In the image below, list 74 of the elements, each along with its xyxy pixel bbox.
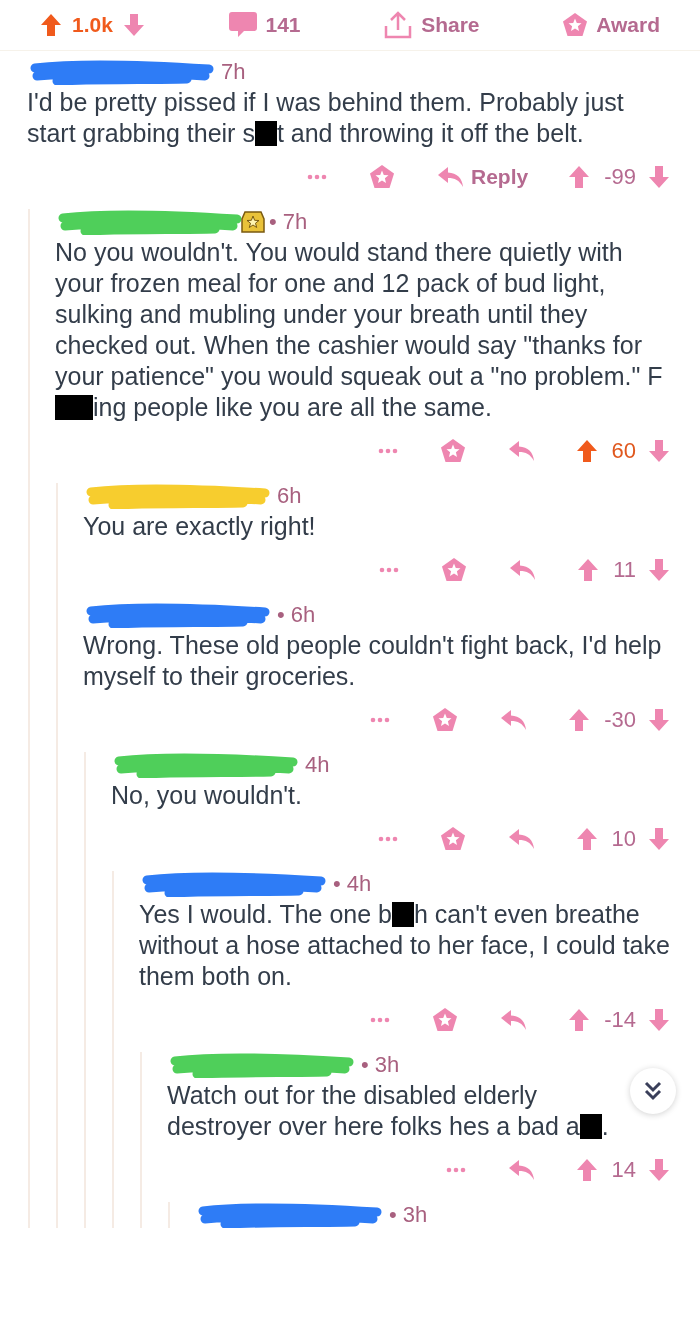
comment-time: • 6h <box>277 602 316 628</box>
vote-score: -14 <box>604 1007 636 1033</box>
vote-score: 14 <box>611 1157 636 1183</box>
award-button[interactable]: Award <box>562 12 660 38</box>
upvote-icon[interactable] <box>40 13 62 37</box>
comment-text: Wrong. These old people couldn't fight back, I'd help myself to their groceries. <box>83 630 663 692</box>
award-icon[interactable] <box>432 707 459 733</box>
vote-score: -99 <box>604 164 636 190</box>
scroll-down-button[interactable] <box>630 1068 676 1114</box>
award-icon[interactable] <box>432 1007 459 1033</box>
more-icon[interactable] <box>377 448 398 454</box>
downvote-icon[interactable] <box>122 13 145 37</box>
comment-time: • 4h <box>333 871 372 897</box>
downvote-icon[interactable] <box>648 165 670 189</box>
downvote-icon[interactable] <box>648 558 670 582</box>
downvote-icon[interactable] <box>648 1158 670 1182</box>
upvote-icon[interactable] <box>575 827 598 851</box>
downvote-icon[interactable] <box>648 827 670 851</box>
reply-button[interactable] <box>507 828 536 850</box>
vote-score: 1.0k <box>72 13 113 37</box>
reply-button[interactable]: Reply <box>437 165 529 189</box>
downvote-icon[interactable] <box>648 708 670 732</box>
award-icon[interactable] <box>439 826 466 852</box>
upvote-icon[interactable] <box>568 708 591 732</box>
reply-icon <box>500 1009 529 1031</box>
comments-button[interactable]: 141 <box>227 11 301 39</box>
upvote-icon[interactable] <box>575 439 598 463</box>
reply-icon <box>509 559 538 581</box>
reply-button[interactable] <box>507 1159 536 1181</box>
award-icon[interactable] <box>441 557 468 583</box>
downvote-icon[interactable] <box>648 439 670 463</box>
vote-score: 60 <box>611 438 636 464</box>
award-icon <box>562 12 589 38</box>
award-icon[interactable] <box>369 164 395 190</box>
upvote-icon[interactable] <box>575 1158 598 1182</box>
double-chevron-icon <box>644 1081 662 1101</box>
award-icon[interactable] <box>439 438 466 464</box>
comment-text: I'd be pretty pissed if I was behind them. Probably just start grabbing their s t and throwing it off the belt. <box>27 87 625 149</box>
comment-text: No, you wouldn't. <box>111 780 303 811</box>
more-icon[interactable] <box>445 1167 466 1173</box>
comment-text: Yes I would. The one b h can't even breathe without a hose attached to her face, I could take them both on. <box>139 899 670 992</box>
vote-score: 11 <box>613 557 636 583</box>
reply-icon <box>500 709 529 731</box>
more-icon[interactable] <box>370 1017 391 1023</box>
reply-icon <box>507 828 536 850</box>
reply-icon <box>507 1159 536 1181</box>
reply-button[interactable] <box>507 440 536 462</box>
upvote-icon[interactable] <box>568 1008 591 1032</box>
share-icon <box>383 10 414 40</box>
reply-button[interactable] <box>509 559 538 581</box>
comment-time: 7h <box>221 59 246 85</box>
more-icon[interactable] <box>379 567 400 573</box>
comment-text: You are exactly right! <box>83 511 317 542</box>
upvote-icon[interactable] <box>577 558 600 582</box>
reply-button[interactable] <box>500 709 529 731</box>
comment-text: No you wouldn't. You would stand there quietly with your frozen meal for one and 12 pack of bud light, sulking and mubling under your breath until they checked out. When the cashier would say "thanks for your patience" you would squeak out a "no problem." F ing people like you are all the same. <box>55 237 664 423</box>
more-icon[interactable] <box>307 174 327 180</box>
downvote-icon[interactable] <box>648 1008 670 1032</box>
vote-score: 10 <box>611 826 636 852</box>
comment-time: 4h <box>305 752 330 778</box>
more-icon[interactable] <box>377 836 398 842</box>
comment-time: • 7h <box>269 209 308 235</box>
comment-text: Watch out for the disabled elderly destroyer over here folks hes a bad a . <box>167 1080 610 1142</box>
vote-score: -30 <box>604 707 636 733</box>
share-button[interactable]: Share <box>383 10 480 40</box>
reply-icon <box>507 440 536 462</box>
comment-icon <box>227 11 258 39</box>
comment-time: • 3h <box>361 1052 400 1078</box>
reply-button[interactable] <box>500 1009 529 1031</box>
reply-icon <box>437 166 465 188</box>
upvote-icon[interactable] <box>568 165 591 189</box>
comment-time: • 3h <box>389 1202 428 1228</box>
more-icon[interactable] <box>370 717 391 723</box>
comment-time: 6h <box>277 483 302 509</box>
